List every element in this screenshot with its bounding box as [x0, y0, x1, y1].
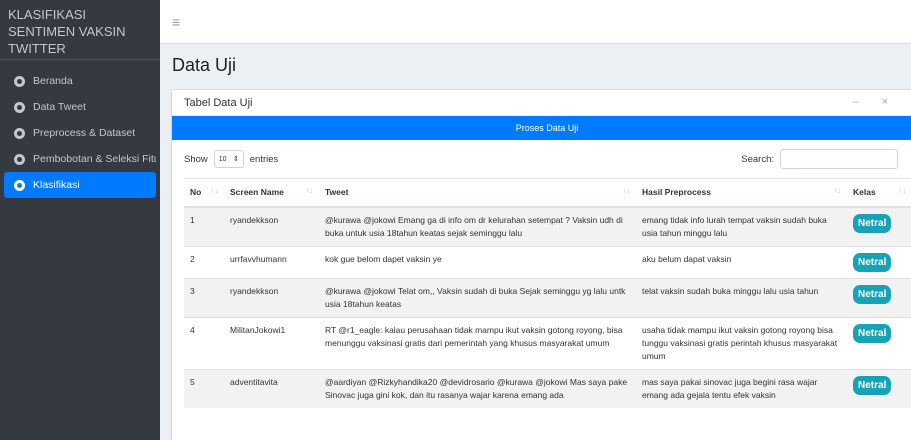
cell-kelas: Netral [847, 245, 911, 278]
cell-kelas: Netral [847, 206, 911, 246]
cell-no: 5 [184, 368, 224, 408]
sort-icon: ↑↓ [306, 188, 313, 195]
cell-preprocess: usaha tidak mampu ikut vaksin gotong roy… [636, 316, 847, 369]
entries-select[interactable]: 10 ⇕ [213, 150, 244, 168]
cell-screen-name: ryandekkson [224, 277, 319, 317]
page-title: Data Uji [172, 55, 237, 75]
cell-tweet: @aardiyan @Rizkyhandika20 @devidrosario … [319, 368, 636, 408]
kelas-badge: Netral [853, 375, 892, 395]
table-row: 4 MilitanJokowi1 RT @r1_eagle: kalau per… [184, 316, 911, 369]
sort-icon: ↑↓ [623, 188, 630, 195]
show-label: Show [184, 153, 208, 165]
top-navbar: ≡ [160, 0, 911, 44]
cell-tweet: @kurawa @jokowi Telat om,, Vaksin sudah … [319, 277, 636, 317]
table-row: 5 adventitavita @aardiyan @Rizkyhandika2… [184, 368, 911, 408]
sort-icon: ↑↓ [834, 188, 841, 195]
sort-icon: ↑↓ [899, 188, 906, 195]
cell-preprocess: mas saya pakai sinovac juga begini rasa … [636, 368, 847, 408]
card-title: Tabel Data Uji [184, 96, 253, 109]
cell-tweet: RT @r1_eagle: kalau perusahaan tidak mam… [319, 316, 636, 369]
dashboard-icon [14, 179, 25, 191]
dashboard-icon [14, 75, 25, 87]
sidebar: KLASIFIKASI SENTIMEN VAKSIN TWITTER Bera… [0, 0, 160, 440]
sort-asc-icon: ↑↓ [211, 188, 218, 195]
cell-screen-name: adventitavita [224, 368, 319, 408]
sidebar-item-label: Beranda [33, 75, 73, 87]
cell-kelas: Netral [847, 316, 911, 369]
entries-value: 10 [218, 155, 227, 163]
column-header-screen-name[interactable]: Screen Name ↑↓ [224, 178, 319, 208]
length-control: Show 10 ⇕ entries [184, 150, 278, 168]
cell-tweet: kok gue belom dapet vaksin ye [319, 245, 636, 278]
cell-preprocess: telat vaksin sudah buka minggu lalu usia… [636, 277, 847, 317]
column-header-no[interactable]: No ↑↓ [184, 178, 224, 208]
entries-label: entries [249, 153, 279, 165]
cell-kelas: Netral [847, 368, 911, 408]
sidebar-item-label: Pembobotan & Seleksi Fitur [33, 153, 156, 165]
sidebar-item-data-tweet[interactable]: Data Tweet [4, 94, 156, 120]
proses-data-uji-button[interactable]: Proses Data Uji [172, 116, 911, 140]
dashboard-icon [14, 127, 25, 139]
kelas-badge: Netral [853, 323, 892, 343]
data-uji-table: No ↑↓ Screen Name ↑↓ Tweet ↑↓ Hasil Preproc… [184, 178, 911, 408]
sidebar-item-klasifikasi[interactable]: Klasifikasi [4, 172, 156, 198]
dashboard-icon [14, 101, 25, 113]
table-row: 3 ryandekkson @kurawa @jokowi Telat om,,… [184, 277, 911, 317]
cell-tweet: @kurawa @jokowi Emang ga di info om dr k… [319, 206, 636, 246]
menu-toggle-icon[interactable]: ≡ [172, 14, 180, 30]
table-row: 2 urrfavvhumann kok gue belom dapet vaks… [184, 245, 911, 278]
cell-no: 4 [184, 316, 224, 369]
search-input[interactable] [780, 149, 898, 169]
table-header-row: No ↑↓ Screen Name ↑↓ Tweet ↑↓ Hasil Preproc… [184, 178, 911, 208]
cell-preprocess: emang tidak info lurah tempat vaksin sud… [636, 206, 847, 246]
kelas-badge: Netral [853, 213, 892, 233]
sidebar-item-label: Preprocess & Dataset [33, 127, 136, 139]
column-header-hasil-preprocess[interactable]: Hasil Preprocess ↑↓ [636, 178, 847, 208]
card-tools-icon[interactable]: – × [852, 96, 898, 108]
table-row: 1 ryandekkson @kurawa @jokowi Emang ga d… [184, 206, 911, 246]
column-header-tweet[interactable]: Tweet ↑↓ [319, 178, 636, 208]
cell-screen-name: urrfavvhumann [224, 245, 319, 278]
data-uji-card: Tabel Data Uji – × Proses Data Uji Show … [172, 90, 911, 440]
cell-screen-name: MilitanJokowi1 [224, 316, 319, 369]
cell-no: 2 [184, 245, 224, 278]
brand-title[interactable]: KLASIFIKASI SENTIMEN VAKSIN TWITTER [0, 0, 160, 60]
sidebar-item-pembobotan[interactable]: Pembobotan & Seleksi Fitur [4, 146, 156, 172]
search-label: Search: [741, 153, 774, 165]
cell-screen-name: ryandekkson [224, 206, 319, 246]
cell-preprocess: aku belum dapat vaksin [636, 245, 847, 278]
sidebar-item-label: Data Tweet [33, 101, 86, 113]
search-control: Search: [741, 149, 898, 169]
table-controls: Show 10 ⇕ entries Search: [172, 140, 911, 178]
column-header-kelas[interactable]: Kelas ↑↓ [847, 178, 911, 208]
sidebar-item-label: Klasifikasi [33, 179, 80, 191]
kelas-badge: Netral [853, 284, 892, 304]
kelas-badge: Netral [853, 252, 892, 272]
cell-kelas: Netral [847, 277, 911, 317]
sidebar-item-beranda[interactable]: Beranda [4, 68, 156, 94]
cell-no: 3 [184, 277, 224, 317]
card-header: Tabel Data Uji – × [172, 90, 911, 116]
sidebar-item-preprocess[interactable]: Preprocess & Dataset [4, 120, 156, 146]
dashboard-icon [14, 153, 25, 165]
sidebar-nav: Beranda Data Tweet Preprocess & Dataset … [0, 60, 160, 198]
select-arrows-icon: ⇕ [232, 156, 239, 163]
cell-no: 1 [184, 206, 224, 246]
